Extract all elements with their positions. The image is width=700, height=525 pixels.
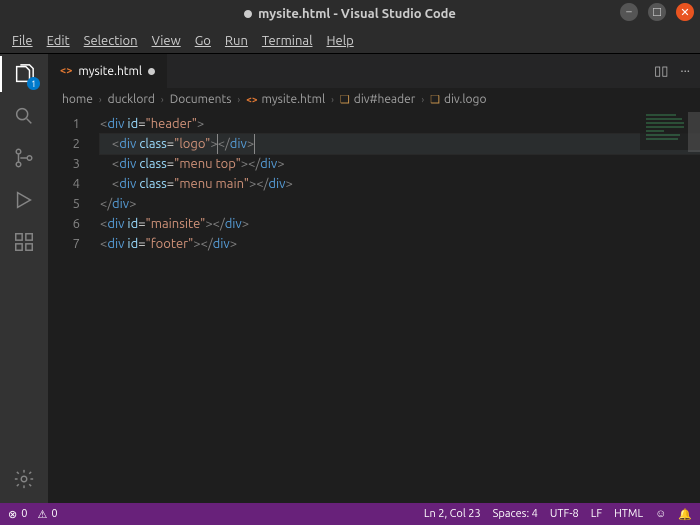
notifications-icon[interactable]: 🔔 [678,508,692,521]
encoding[interactable]: UTF-8 [550,508,579,520]
extensions-icon[interactable] [10,228,38,256]
chevron-icon: › [331,94,334,105]
dirty-dot-icon [244,10,252,18]
crumb-user[interactable]: ducklord [108,93,155,106]
menubar: File Edit Selection View Go Run Terminal… [0,28,700,54]
activity-bar: 1 [0,54,48,503]
run-debug-icon[interactable] [10,186,38,214]
chevron-icon: › [237,94,240,105]
crumb-folder[interactable]: Documents [170,93,232,106]
error-icon: ⊗ [8,508,17,521]
close-button[interactable]: ✕ [676,3,694,21]
menu-go[interactable]: Go [189,31,217,51]
tab-bar: <> mysite.html ▯▯ ··· [48,54,700,88]
indentation[interactable]: Spaces: 4 [493,508,538,520]
menu-edit[interactable]: Edit [41,31,76,51]
eol[interactable]: LF [591,508,602,520]
split-editor-icon[interactable]: ▯▯ [654,64,668,79]
symbol-icon: ❑ [340,93,350,106]
menu-file[interactable]: File [6,31,39,51]
crumb-symbol[interactable]: ❑div#header [340,93,415,106]
html-file-icon: <> [60,65,72,77]
symbol-icon: ❑ [430,93,440,106]
errors-count[interactable]: ⊗0 [8,508,27,521]
warnings-count[interactable]: ⚠0 [37,508,57,521]
maximize-button[interactable]: ☐ [648,3,666,21]
line-gutter: 1234567 [48,110,94,503]
more-actions-icon[interactable]: ··· [680,64,690,78]
tab-label: mysite.html [78,65,142,78]
crumb-home[interactable]: home [62,93,93,106]
dirty-indicator-icon [148,68,155,75]
language-mode[interactable]: HTML [614,508,643,520]
minimize-button[interactable]: – [620,3,638,21]
title-text: mysite.html - Visual Studio Code [258,7,456,21]
status-bar: ⊗0 ⚠0 Ln 2, Col 23 Spaces: 4 UTF-8 LF HT… [0,503,700,525]
search-icon[interactable] [10,102,38,130]
menu-view[interactable]: View [146,31,187,51]
code-editor[interactable]: 1234567 <div id="header"> <div class="lo… [48,110,700,503]
explorer-icon[interactable]: 1 [10,60,38,88]
titlebar: mysite.html - Visual Studio Code – ☐ ✕ [0,0,700,28]
html-file-icon: <> [246,94,257,105]
crumb-symbol[interactable]: ❑div.logo [430,93,486,106]
settings-gear-icon[interactable] [10,465,38,493]
breadcrumb: home › ducklord › Documents › <>mysite.h… [48,88,700,110]
crumb-file[interactable]: <>mysite.html [246,93,325,106]
chevron-icon: › [99,94,102,105]
warning-icon: ⚠ [37,508,47,521]
editor-actions: ▯▯ ··· [644,54,700,88]
chevron-icon: › [421,94,424,105]
menu-terminal[interactable]: Terminal [256,31,319,51]
code-area[interactable]: <div id="header"> <div class="logo"></di… [94,110,700,503]
chevron-icon: › [161,94,164,105]
feedback-icon[interactable]: ☺ [655,508,666,520]
menu-help[interactable]: Help [320,31,359,51]
menu-selection[interactable]: Selection [78,31,144,51]
menu-run[interactable]: Run [219,31,254,51]
scrollbar-thumb[interactable] [688,112,700,152]
tab-mysite[interactable]: <> mysite.html [48,54,168,88]
window-title: mysite.html - Visual Studio Code [244,7,456,21]
window-controls: – ☐ ✕ [620,3,694,21]
cursor-position[interactable]: Ln 2, Col 23 [424,508,481,520]
source-control-icon[interactable] [10,144,38,172]
explorer-badge: 1 [27,77,40,90]
vscode-window: mysite.html - Visual Studio Code – ☐ ✕ F… [0,0,700,525]
